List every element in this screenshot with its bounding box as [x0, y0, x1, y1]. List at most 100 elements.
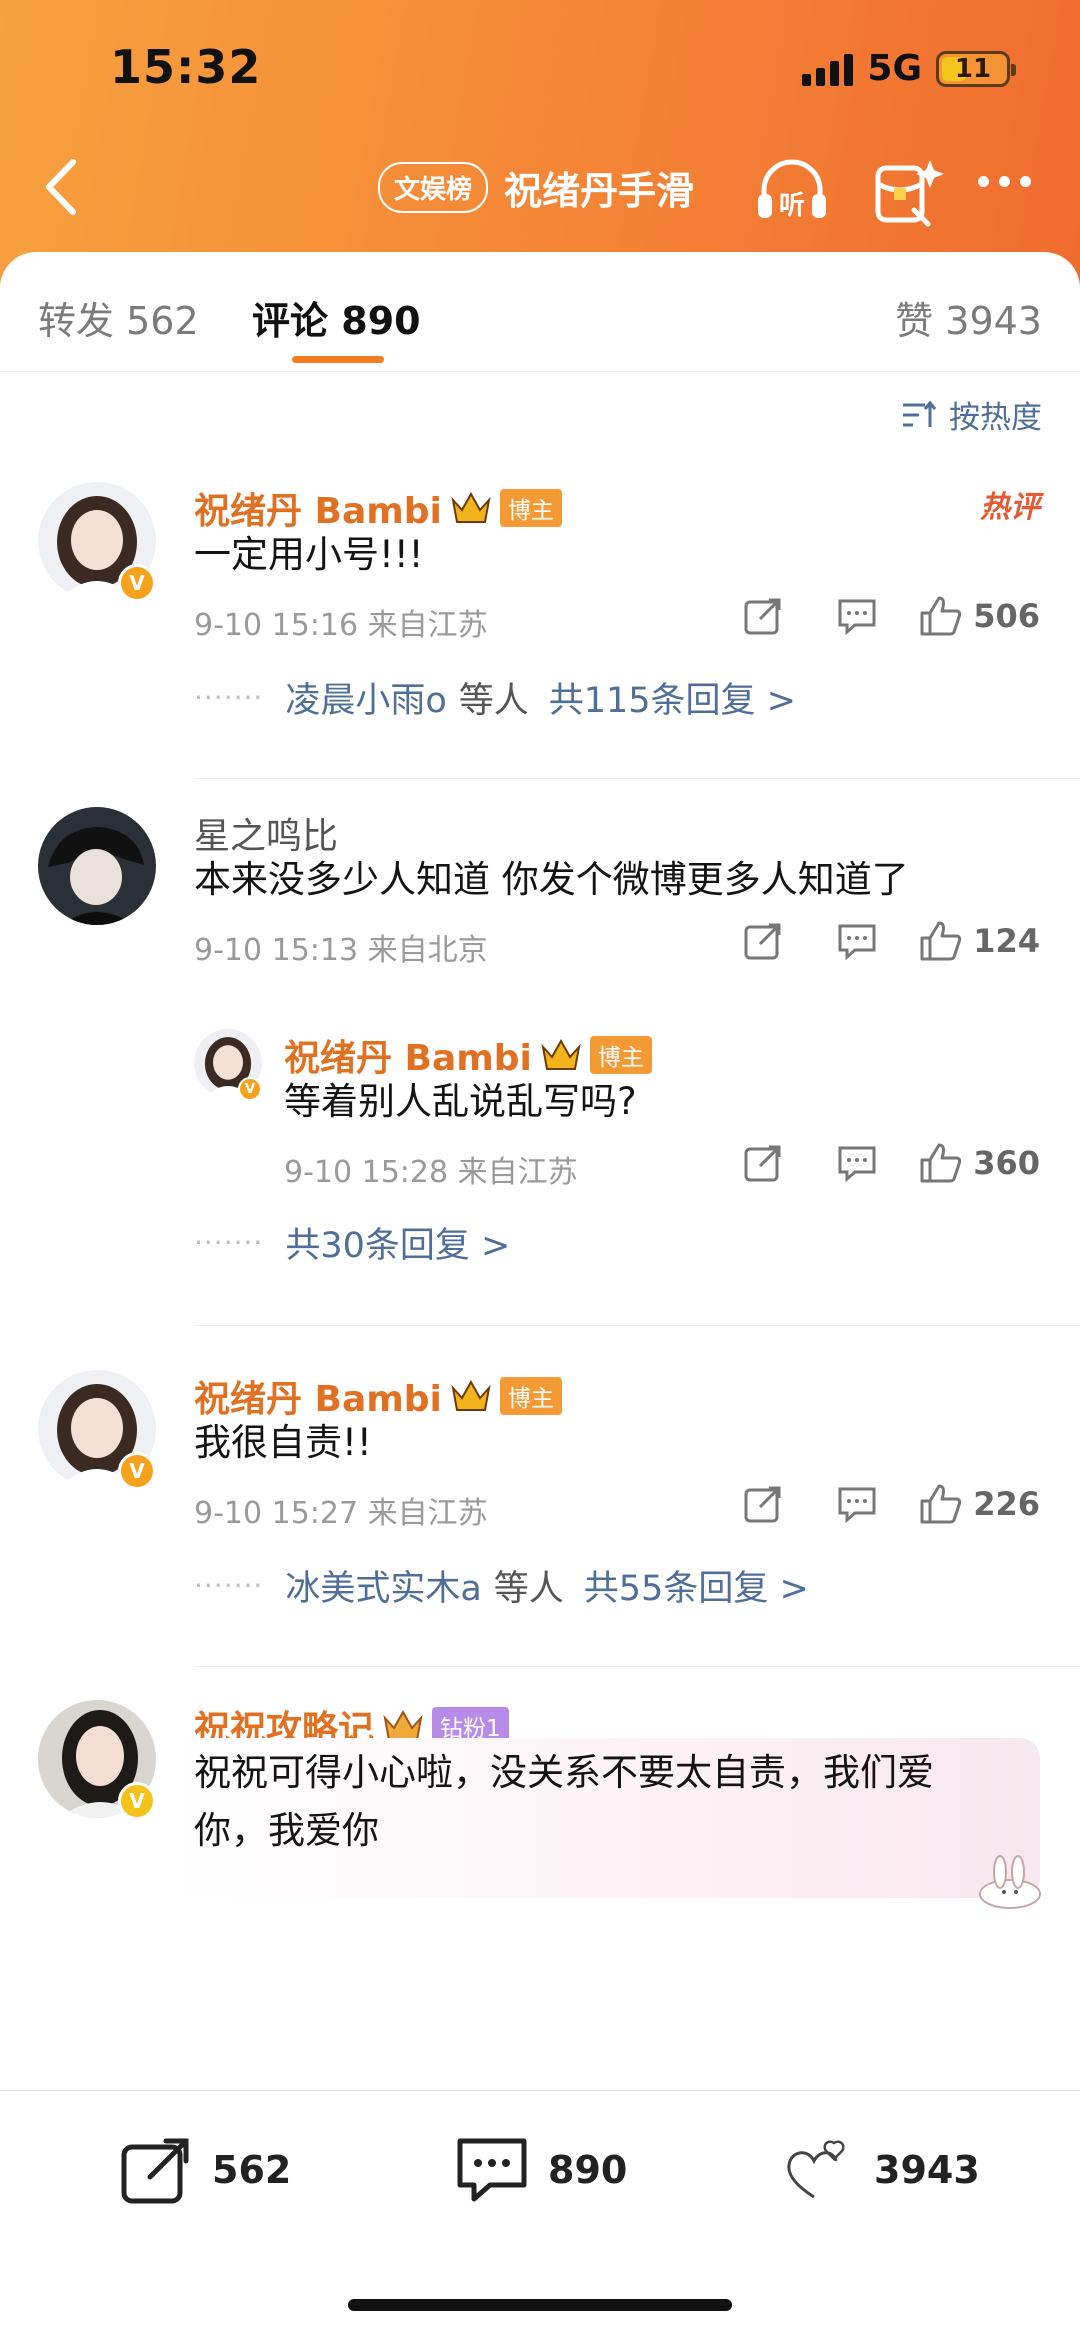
sort-label: 按热度 — [949, 400, 1042, 436]
author-badge: 博主 — [499, 1377, 562, 1415]
dots-icon: ······· — [194, 1226, 264, 1259]
crown-icon — [451, 491, 491, 523]
reply-button[interactable] — [825, 592, 889, 640]
reply-total: 共115条回复 > — [548, 681, 797, 721]
comment-icon — [838, 1487, 876, 1524]
bottom-repost-button[interactable]: 562 — [120, 2135, 291, 2205]
signal-icon — [802, 52, 854, 86]
reply-etc: 等人 — [493, 1569, 564, 1609]
reply-etc: 等人 — [458, 681, 529, 721]
reply-summary[interactable]: ······· 凌晨小雨o 等人 共115条回复 > — [194, 672, 796, 723]
tab-like-label: 赞 — [895, 299, 934, 343]
listen-button[interactable]: 听 — [752, 150, 832, 230]
more-dot-icon — [978, 176, 989, 187]
page-title: 祝绪丹手滑 — [504, 169, 695, 213]
comment-text-line: 祝祝可得小心啦，没关系不要太自责，我们爱 — [194, 1751, 934, 1794]
tab-comment[interactable]: 评论 890 — [252, 290, 421, 345]
like-button[interactable]: 226 — [919, 1480, 1040, 1528]
like-count: 3943 — [874, 2148, 980, 2192]
tab-repost-count: 562 — [126, 299, 199, 343]
share-button[interactable] — [731, 917, 795, 965]
divider — [194, 1666, 1080, 1667]
reply-button[interactable] — [825, 1480, 889, 1528]
reply-button[interactable] — [825, 1139, 889, 1187]
svg-text:听: 听 — [779, 191, 805, 221]
like-button[interactable]: 124 — [919, 917, 1040, 965]
verified-badge-icon: V — [118, 1452, 156, 1490]
chevron-left-icon — [46, 159, 76, 215]
like-button[interactable]: 360 — [919, 1139, 1040, 1187]
bunny-sticker-icon — [979, 1855, 1041, 1909]
comment-text-line: 你，我爱你 — [194, 1809, 379, 1852]
active-tab-indicator — [292, 356, 384, 363]
reply-total: 共30条回复 > — [285, 1226, 511, 1266]
tab-repost-label: 转发 — [38, 299, 115, 343]
sort-icon — [903, 400, 937, 427]
nav-title-group[interactable]: 文娱榜 祝绪丹手滑 — [378, 160, 694, 215]
topic-badge: 文娱榜 — [378, 162, 489, 213]
red-packet-button[interactable] — [868, 150, 948, 230]
comment-icon — [838, 1146, 876, 1183]
comment-icon — [457, 2138, 527, 2202]
comment-icon — [838, 924, 876, 961]
verified-badge-icon: V — [238, 1077, 262, 1101]
comment-actions: 226 — [701, 1480, 1040, 1528]
battery-level: 11 — [954, 53, 992, 84]
author-badge: 博主 — [589, 1036, 652, 1074]
bottom-like-button[interactable]: 3943 — [782, 2135, 980, 2205]
comment-text: 一定用小号!!! — [194, 533, 424, 576]
share-button[interactable] — [731, 1480, 795, 1528]
share-icon — [744, 923, 781, 960]
more-dot-icon — [999, 176, 1010, 187]
like-button[interactable]: 506 — [919, 592, 1040, 640]
thumbs-up-icon — [920, 921, 962, 961]
share-button[interactable] — [731, 1139, 795, 1187]
crown-icon — [541, 1038, 581, 1070]
reply-button[interactable] — [825, 917, 889, 965]
hot-comment-tag: 热评 — [980, 490, 1040, 525]
comment-actions: 124 — [701, 917, 1040, 965]
bottom-comment-button[interactable]: 890 — [456, 2135, 627, 2205]
reply-summary[interactable]: ······· 共30条回复 > — [194, 1217, 510, 1268]
thumbs-up-icon — [920, 1143, 962, 1183]
sub-reply-text: 等着别人乱说乱写吗? — [284, 1080, 637, 1123]
crown-icon — [451, 1379, 491, 1411]
heart-like-icon — [787, 2140, 845, 2199]
network-type: 5G — [867, 48, 922, 89]
avatar[interactable] — [38, 807, 156, 925]
comment-icon — [838, 599, 876, 636]
reply-total: 共55条回复 > — [583, 1569, 809, 1609]
tab-like[interactable]: 赞 3943 — [895, 290, 1042, 345]
comment-text: 我很自责!! — [194, 1421, 372, 1464]
thumbs-up-icon — [920, 1484, 962, 1524]
reply-users: 凌晨小雨o — [285, 681, 447, 721]
home-indicator[interactable] — [348, 2299, 732, 2311]
tab-comment-label: 评论 — [252, 299, 329, 343]
sub-reply-meta: 9-10 15:28 来自江苏 — [284, 1155, 578, 1190]
share-button[interactable] — [731, 592, 795, 640]
sub-reply-actions: 360 — [701, 1139, 1040, 1187]
comment-meta: 9-10 15:13 来自北京 — [194, 933, 488, 968]
bottom-action-bar: 562 890 3943 — [0, 2090, 1080, 2337]
avatar-image — [38, 807, 156, 925]
share-icon — [744, 1145, 781, 1182]
more-button[interactable] — [978, 176, 1031, 187]
sort-toggle[interactable]: 按热度 — [901, 392, 1042, 437]
tab-repost[interactable]: 转发 562 — [38, 290, 199, 345]
battery-icon: 11 — [936, 50, 1016, 87]
verified-badge-icon: V — [118, 1782, 156, 1820]
like-count: 124 — [973, 922, 1040, 960]
red-packet-icon — [875, 160, 944, 227]
repost-icon — [121, 2138, 189, 2204]
like-count: 360 — [973, 1144, 1040, 1182]
dots-icon: ······· — [194, 1569, 264, 1602]
comment-meta: 9-10 15:27 来自江苏 — [194, 1496, 488, 1531]
dots-icon: ······· — [194, 681, 264, 714]
tab-bar: 转发 562 评论 890 赞 3943 — [0, 252, 1080, 372]
thumbs-up-icon — [920, 596, 962, 636]
headphones-icon: 听 — [758, 159, 826, 221]
share-icon — [744, 1486, 781, 1523]
back-button[interactable] — [28, 150, 92, 224]
verified-badge-icon: V — [118, 564, 156, 602]
reply-summary[interactable]: ······· 冰美式实木a 等人 共55条回复 > — [194, 1560, 809, 1611]
